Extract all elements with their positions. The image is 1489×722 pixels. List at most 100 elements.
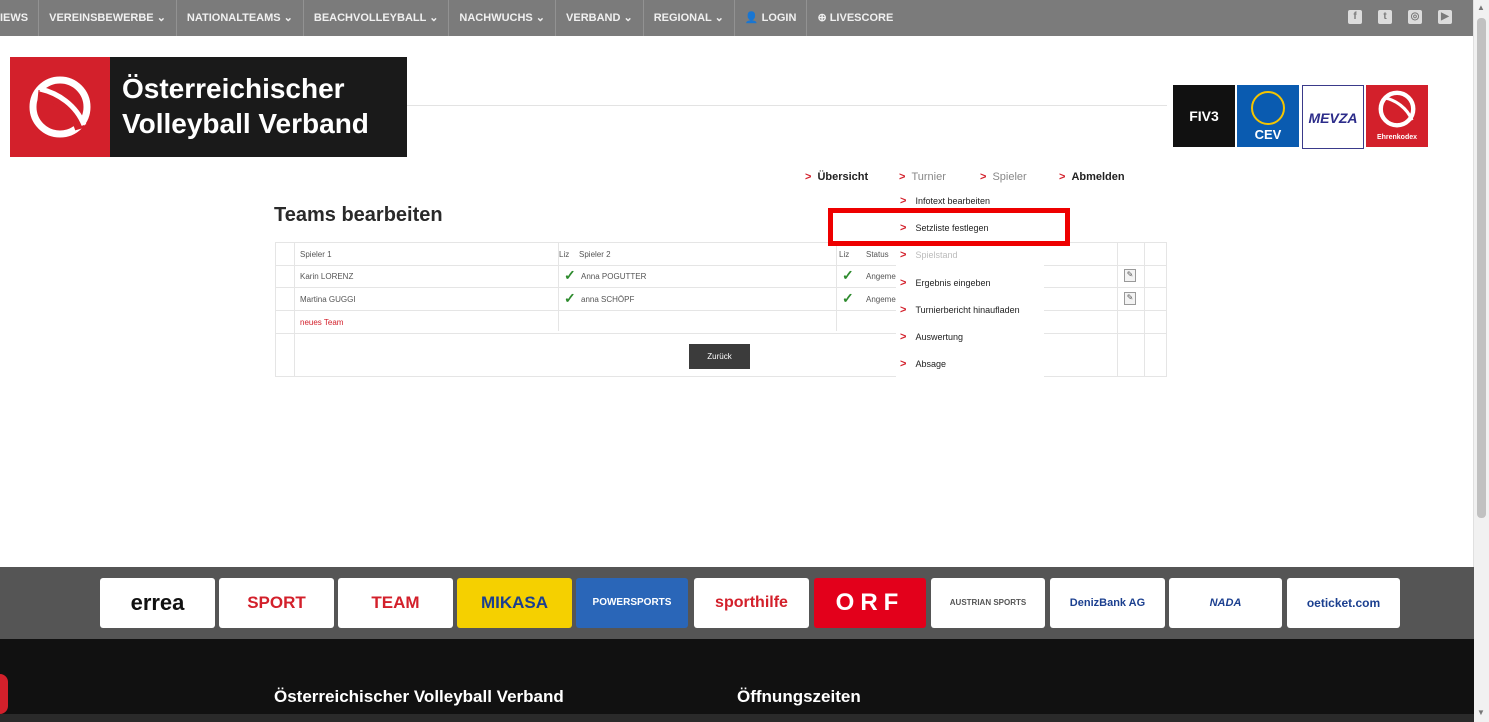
- header-spieler2: Spieler 2: [579, 250, 611, 259]
- chevron-right-icon: >: [900, 304, 907, 316]
- chevron-right-icon: >: [980, 171, 987, 183]
- nav-verband[interactable]: VERBAND ⌄: [556, 0, 644, 36]
- subnav-spieler[interactable]: > Spieler: [980, 171, 1027, 183]
- nav-nachwuchs[interactable]: NACHWUCHS ⌄: [449, 0, 557, 36]
- header-liz2: Liz: [839, 250, 850, 259]
- cell-spieler1: Martina GUGGI: [300, 295, 356, 304]
- cell-status: Angeme: [866, 272, 896, 281]
- page-title: Teams bearbeiten: [274, 204, 443, 226]
- fivb-logo[interactable]: FIV3: [1173, 85, 1235, 147]
- sponsor-bar: errea SPORT TEAM MIKASA POWERSPORTS spor…: [0, 567, 1474, 639]
- menu-item-label: Turnierbericht hinaufladen: [915, 305, 1020, 315]
- chevron-right-icon: >: [900, 358, 907, 370]
- cev-logo[interactable]: CEV: [1237, 85, 1299, 147]
- ehrenkodex-logo[interactable]: Ehrenkodex: [1366, 85, 1428, 147]
- chevron-right-icon: >: [899, 171, 906, 183]
- menu-item-label: Spielstand: [915, 250, 958, 260]
- header-status: Status: [866, 250, 889, 259]
- highlight-box: [828, 208, 1070, 246]
- menu-item-label: Infotext bearbeiten: [915, 196, 990, 206]
- footer: Österreichischer Volleyball Verband Öffn…: [0, 639, 1474, 722]
- youtube-icon[interactable]: ▶: [1438, 10, 1452, 24]
- menu-item-label: Auswertung: [915, 332, 963, 342]
- nav-regional[interactable]: REGIONAL ⌄: [644, 0, 735, 36]
- cev-label: CEV: [1254, 127, 1282, 142]
- license-check-icon: ✓: [842, 267, 854, 283]
- chevron-right-icon: >: [900, 195, 907, 207]
- menu-item-turnierbericht[interactable]: > Turnierbericht hinaufladen: [900, 304, 1020, 316]
- menu-item-label: Absage: [915, 359, 946, 369]
- sponsor-sportministerium[interactable]: SPORT: [219, 578, 334, 628]
- brand-line-1: Österreichischer: [122, 73, 345, 104]
- sponsor-team-rot-weiss-rot[interactable]: TEAM: [338, 578, 453, 628]
- volleyball-logo-icon: [10, 57, 110, 157]
- ehrenkodex-icon: [1378, 90, 1416, 128]
- chevron-right-icon: >: [900, 331, 907, 343]
- cell-spieler2: Anna POGUTTER: [581, 272, 647, 281]
- cev-ball-icon: [1251, 91, 1285, 125]
- scroll-up-icon[interactable]: ▲: [1477, 3, 1485, 12]
- edit-icon[interactable]: ✎: [1124, 292, 1136, 305]
- license-check-icon: ✓: [842, 290, 854, 306]
- sponsor-oeticket[interactable]: oeticket.com: [1287, 578, 1400, 628]
- sponsor-powersports[interactable]: POWERSPORTS: [576, 578, 688, 628]
- brand-title: Österreichischer Volleyball Verband: [122, 71, 369, 141]
- chevron-right-icon: >: [805, 171, 812, 183]
- menu-item-label: Ergebnis eingeben: [915, 278, 991, 288]
- cell-spieler2: anna SCHÖPF: [581, 295, 635, 304]
- sponsor-austrian-sports[interactable]: AUSTRIAN SPORTS: [931, 578, 1045, 628]
- header-divider: [407, 105, 1167, 106]
- nav-livescore[interactable]: ⊕ LIVESCORE: [807, 0, 903, 36]
- social-links: f t ◎ ▶: [1348, 10, 1452, 24]
- nav-news[interactable]: IEWS: [0, 0, 40, 36]
- top-navigation: IEWS VEREINSBEWERBE ⌄ NATIONALTEAMS ⌄ BE…: [0, 0, 1474, 36]
- chevron-right-icon: >: [900, 277, 907, 289]
- brand-line-2: Volleyball Verband: [122, 108, 369, 139]
- sponsor-sporthilfe[interactable]: sporthilfe: [694, 578, 809, 628]
- sponsor-errea[interactable]: errea: [100, 578, 215, 628]
- instagram-icon[interactable]: ◎: [1408, 10, 1422, 24]
- menu-item-auswertung[interactable]: > Auswertung: [900, 331, 963, 343]
- ehrenkodex-label: Ehrenkodex: [1376, 134, 1418, 141]
- mevza-label: MEVZA: [1308, 110, 1358, 126]
- nav-login[interactable]: 👤 LOGIN: [735, 0, 808, 36]
- cell-spieler1: Karin LORENZ: [300, 272, 354, 281]
- nav-nationalteams[interactable]: NATIONALTEAMS ⌄: [177, 0, 304, 36]
- license-check-icon: ✓: [564, 290, 576, 306]
- footer-logo-mark: [0, 674, 8, 714]
- footer-heading-oeffnungszeiten: Öffnungszeiten: [737, 687, 861, 706]
- scrollbar[interactable]: ▲ ▼: [1473, 0, 1489, 722]
- sponsor-denizbank[interactable]: DenizBank AG: [1050, 578, 1165, 628]
- back-button[interactable]: Zurück: [689, 344, 750, 369]
- chevron-right-icon: >: [1059, 171, 1066, 183]
- footer-heading-verband: Österreichischer Volleyball Verband: [274, 687, 564, 706]
- header-liz1: Liz: [559, 250, 570, 259]
- menu-item-spielstand[interactable]: > Spielstand: [900, 249, 957, 261]
- subnav-label: Abmelden: [1071, 171, 1125, 183]
- sponsor-mikasa[interactable]: MIKASA: [457, 578, 572, 628]
- scroll-down-icon[interactable]: ▼: [1477, 708, 1485, 717]
- scrollbar-thumb[interactable]: [1477, 18, 1486, 518]
- sponsor-orf[interactable]: ORF: [814, 578, 926, 628]
- menu-item-ergebnis[interactable]: > Ergebnis eingeben: [900, 277, 991, 289]
- subnav-label: Turnier: [911, 171, 946, 183]
- os-taskbar: [0, 714, 1474, 722]
- subnav-uebersicht[interactable]: > Übersicht: [805, 171, 868, 183]
- subnav-label: Spieler: [992, 171, 1027, 183]
- nav-vereinsbewerbe[interactable]: VEREINSBEWERBE ⌄: [39, 0, 177, 36]
- subnav-abmelden[interactable]: > Abmelden: [1059, 171, 1125, 183]
- nav-beachvolleyball[interactable]: BEACHVOLLEYBALL ⌄: [304, 0, 450, 36]
- mevza-logo[interactable]: MEVZA: [1302, 85, 1364, 149]
- chevron-right-icon: >: [900, 249, 907, 261]
- new-team-link[interactable]: neues Team: [300, 318, 343, 327]
- subnav-turnier[interactable]: > Turnier: [899, 171, 946, 183]
- menu-item-absage[interactable]: > Absage: [900, 358, 946, 370]
- header-spieler1: Spieler 1: [300, 250, 332, 259]
- edit-icon[interactable]: ✎: [1124, 269, 1136, 282]
- sponsor-nada[interactable]: NADA: [1169, 578, 1282, 628]
- twitter-icon[interactable]: t: [1378, 10, 1392, 24]
- menu-item-infotext[interactable]: > Infotext bearbeiten: [900, 195, 990, 207]
- cell-status: Angeme: [866, 295, 896, 304]
- facebook-icon[interactable]: f: [1348, 10, 1362, 24]
- oevv-logo[interactable]: Österreichischer Volleyball Verband: [10, 57, 407, 157]
